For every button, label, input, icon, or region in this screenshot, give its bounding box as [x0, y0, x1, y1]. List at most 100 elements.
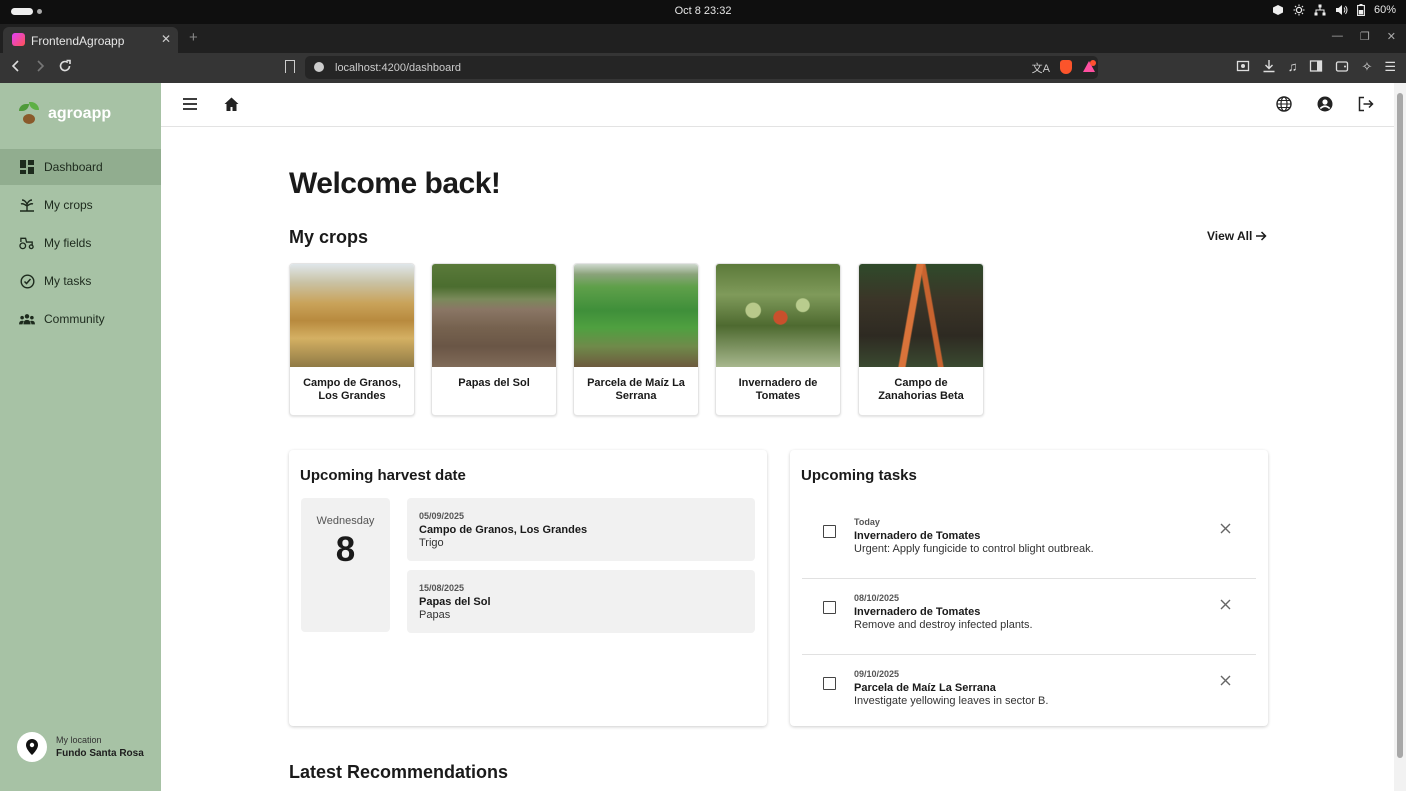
check-circle-icon: [19, 273, 35, 289]
task-checkbox[interactable]: [823, 601, 836, 614]
leo-ai-icon[interactable]: ✧: [1361, 59, 1372, 75]
sidebar-item-dashboard[interactable]: Dashboard: [0, 149, 161, 185]
sidebar-item-label: My tasks: [44, 274, 92, 288]
crop-image-corn: [574, 264, 698, 367]
brave-shields-icon[interactable]: [1060, 60, 1072, 74]
volume-icon[interactable]: [1335, 4, 1348, 16]
crop-image-tomatoes: [716, 264, 840, 367]
home-icon[interactable]: [224, 97, 239, 111]
crop-card[interactable]: Parcela de Maíz La Serrana: [573, 263, 699, 416]
task-checkbox[interactable]: [823, 677, 836, 690]
close-icon[interactable]: [1220, 675, 1231, 686]
network-icon[interactable]: [1314, 4, 1326, 16]
sidebar-item-label: Dashboard: [44, 160, 103, 174]
restore-icon[interactable]: ❐: [1360, 30, 1370, 43]
harvest-date: 15/08/2025: [419, 583, 465, 593]
group-icon: [19, 311, 35, 327]
sidebar-item-my-fields[interactable]: My fields: [0, 225, 161, 261]
logout-icon[interactable]: [1358, 96, 1374, 112]
angular-favicon-icon: [12, 33, 25, 46]
tab-title: FrontendAgroapp: [31, 34, 125, 48]
brightness-icon[interactable]: [1293, 4, 1305, 16]
sidebar-item-community[interactable]: Community: [0, 301, 161, 337]
window-controls: — ❐ ✕: [1332, 30, 1396, 43]
view-all-link[interactable]: View All: [1207, 229, 1267, 243]
harvest-title: Upcoming harvest date: [300, 467, 466, 484]
crop-card[interactable]: Papas del Sol: [431, 263, 557, 416]
sidebar-item-my-tasks[interactable]: My tasks: [0, 263, 161, 299]
tab-close-icon[interactable]: ✕: [161, 32, 171, 46]
back-icon[interactable]: [10, 59, 22, 73]
crop-name: Parcela de Maíz La Serrana: [587, 377, 685, 402]
system-tray[interactable]: 60%: [1272, 4, 1396, 16]
day-number: 8: [335, 530, 356, 569]
sidebar-item-label: My crops: [44, 198, 93, 212]
task-description: Investigate yellowing leaves in sector B…: [854, 695, 1049, 707]
task-description: Urgent: Apply fungicide to control bligh…: [854, 543, 1094, 555]
forward-icon[interactable]: [34, 59, 46, 73]
screenshot-icon[interactable]: [1236, 59, 1250, 75]
harvest-item[interactable]: 15/08/2025 Papas del Sol Papas: [407, 570, 755, 633]
crop-card[interactable]: Campo de Granos, Los Grandes: [289, 263, 415, 416]
sidebar-item-label: Community: [44, 312, 105, 326]
downloads-icon[interactable]: [1262, 59, 1276, 75]
crop-name: Invernadero de Tomates: [738, 377, 818, 402]
sidebar-toggle-icon[interactable]: [1309, 59, 1323, 75]
harvest-item[interactable]: 05/09/2025 Campo de Granos, Los Grandes …: [407, 498, 755, 561]
battery-icon[interactable]: [1357, 4, 1365, 16]
task-item: 09/10/2025 Parcela de Maíz La Serrana In…: [802, 655, 1256, 731]
close-icon[interactable]: [1220, 523, 1231, 534]
task-field: Parcela de Maíz La Serrana: [854, 682, 996, 694]
new-tab-icon[interactable]: +: [189, 29, 198, 46]
task-checkbox[interactable]: [823, 525, 836, 538]
wallet-icon[interactable]: [1335, 59, 1349, 75]
brand[interactable]: agroapp: [18, 102, 111, 126]
crop-image-carrots: [859, 264, 983, 367]
harvest-field: Papas del Sol: [419, 596, 491, 608]
os-clock[interactable]: Oct 8 23:32: [0, 5, 1406, 17]
crop-name: Campo de Zanahorias Beta: [878, 377, 964, 402]
bookmark-icon[interactable]: [285, 60, 295, 73]
crop-icon: [19, 197, 35, 213]
browser-tab-strip: FrontendAgroapp ✕ + — ❐ ✕: [0, 24, 1406, 53]
task-date: 09/10/2025: [854, 669, 900, 679]
weekday-label: Wednesday: [316, 515, 375, 527]
harvest-date: 05/09/2025: [419, 511, 465, 521]
brave-rewards-icon[interactable]: [1082, 60, 1096, 76]
translate-icon[interactable]: 文A: [1032, 60, 1050, 76]
address-bar[interactable]: localhost:4200/dashboard: [305, 56, 1098, 79]
media-icon[interactable]: ♫: [1288, 59, 1298, 75]
location-widget[interactable]: My location Fundo Santa Rosa: [17, 732, 144, 762]
reload-icon[interactable]: [58, 59, 72, 73]
account-icon[interactable]: [1317, 96, 1333, 112]
crops-section-title: My crops: [289, 227, 369, 247]
tasks-panel: Upcoming tasks Today Invernadero de Toma…: [790, 450, 1268, 726]
crop-card[interactable]: Invernadero de Tomates: [715, 263, 841, 416]
task-item: 08/10/2025 Invernadero de Tomates Remove…: [802, 579, 1256, 655]
hamburger-menu-icon[interactable]: [183, 98, 197, 110]
browser-tab[interactable]: FrontendAgroapp ✕: [3, 27, 178, 53]
site-info-icon[interactable]: [314, 62, 324, 72]
sprout-logo-icon: [18, 102, 40, 126]
page-scrollbar[interactable]: [1394, 83, 1406, 791]
crop-image-plowed-field: [432, 264, 556, 367]
page-title: Welcome back!: [289, 167, 501, 200]
language-globe-icon[interactable]: [1276, 96, 1292, 112]
arrow-right-icon: [1256, 231, 1267, 241]
window-close-icon[interactable]: ✕: [1387, 30, 1396, 43]
task-date: 08/10/2025: [854, 593, 900, 603]
minimize-icon[interactable]: —: [1332, 30, 1343, 43]
crop-card[interactable]: Campo de Zanahorias Beta: [858, 263, 984, 416]
battery-percent: 60%: [1373, 4, 1396, 16]
tractor-icon: [19, 235, 35, 251]
recommendations-title: Latest Recommendations: [289, 762, 509, 782]
location-label: My location: [56, 735, 102, 745]
close-icon[interactable]: [1220, 599, 1231, 610]
url-text[interactable]: localhost:4200/dashboard: [335, 62, 461, 74]
view-all-label: View All: [1207, 229, 1253, 243]
app-indicator-icon[interactable]: [1272, 4, 1284, 16]
sidebar-item-my-crops[interactable]: My crops: [0, 187, 161, 223]
date-box: Wednesday 8: [301, 498, 390, 632]
browser-menu-icon[interactable]: ☰: [1384, 59, 1396, 75]
scrollbar-thumb[interactable]: [1397, 93, 1403, 758]
